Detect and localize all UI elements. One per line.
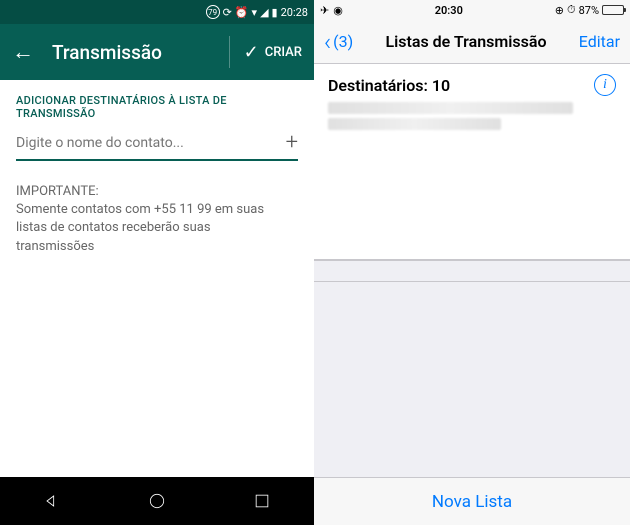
edit-button[interactable]: Editar xyxy=(579,32,620,51)
android-navbar xyxy=(0,477,314,525)
nav-recent-button[interactable] xyxy=(252,491,272,511)
alarm-icon: ⏱ xyxy=(567,3,576,17)
new-list-label: Nova Lista xyxy=(432,492,512,512)
create-label: CRIAR xyxy=(265,45,302,60)
nav-home-button[interactable] xyxy=(147,491,167,511)
android-screen: 79 ⟳ ⏰ ▾ ◢ ▮ 20:28 ← Transmissão ✓ CRIAR… xyxy=(0,0,314,525)
section-divider xyxy=(314,260,630,282)
contact-name-input[interactable] xyxy=(16,135,286,151)
navbar-title: Listas de Transmissão xyxy=(353,32,579,51)
statusbar-time: 20:28 xyxy=(281,6,308,19)
android-statusbar: 79 ⟳ ⏰ ▾ ◢ ▮ 20:28 xyxy=(0,0,314,24)
info-icon[interactable]: i xyxy=(594,74,616,96)
nav-back-button[interactable] xyxy=(42,491,62,511)
section-label: ADICIONAR DESTINATÁRIOS À LISTA DE TRANS… xyxy=(16,94,298,120)
signal-icon: ◢ xyxy=(260,6,268,19)
back-count-label: (3) xyxy=(333,32,353,51)
new-list-button[interactable]: Nova Lista xyxy=(314,477,630,525)
ios-statusbar: ✈ ◉ 20:30 ⊕ ⏱ 87% xyxy=(314,0,630,20)
chevron-left-icon: ‹ xyxy=(324,28,331,56)
rotation-lock-icon: ⊕ xyxy=(555,4,564,17)
important-note: IMPORTANTE: Somente contatos com +55 11 … xyxy=(16,183,276,256)
back-button[interactable]: ‹ (3) xyxy=(324,28,353,56)
refresh-icon: ⟳ xyxy=(223,6,232,19)
note-title: IMPORTANTE: xyxy=(16,183,276,201)
airplane-icon: ✈ xyxy=(320,4,329,17)
note-body: Somente contatos com +55 11 99 em suas l… xyxy=(16,201,276,256)
ios-screen: ✈ ◉ 20:30 ⊕ ⏱ 87% ‹ (3) Listas de Transm… xyxy=(314,0,630,525)
toolbar-title: Transmissão xyxy=(52,41,229,64)
empty-space xyxy=(314,282,630,477)
alarm-icon: ⏰ xyxy=(235,6,249,19)
wifi-icon: ◉ xyxy=(333,4,343,17)
battery-percent: 87% xyxy=(579,4,599,17)
android-content: ADICIONAR DESTINATÁRIOS À LISTA DE TRANS… xyxy=(0,80,314,477)
recipients-label: Destinatários: 10 xyxy=(328,76,450,95)
contact-input-row: + xyxy=(16,130,298,161)
redacted-line xyxy=(328,102,573,114)
battery-icon: ▮ xyxy=(272,6,278,19)
check-icon: ✓ xyxy=(244,42,259,63)
back-arrow-icon[interactable]: ← xyxy=(12,39,34,65)
statusbar-time: 20:30 xyxy=(343,4,555,17)
create-button[interactable]: ✓ CRIAR xyxy=(244,42,302,63)
android-toolbar: ← Transmissão ✓ CRIAR xyxy=(0,24,314,80)
add-contact-icon[interactable]: + xyxy=(286,130,298,155)
recipients-names-redacted xyxy=(314,100,630,142)
notification-badge: 79 xyxy=(206,5,220,19)
toolbar-divider xyxy=(229,36,230,68)
recipients-row[interactable]: Destinatários: 10 i xyxy=(314,64,630,100)
ios-content: Destinatários: 10 i xyxy=(314,64,630,260)
battery-icon xyxy=(602,5,624,15)
wifi-icon: ▾ xyxy=(252,6,258,19)
redacted-line xyxy=(328,118,501,130)
ios-navbar: ‹ (3) Listas de Transmissão Editar xyxy=(314,20,630,64)
